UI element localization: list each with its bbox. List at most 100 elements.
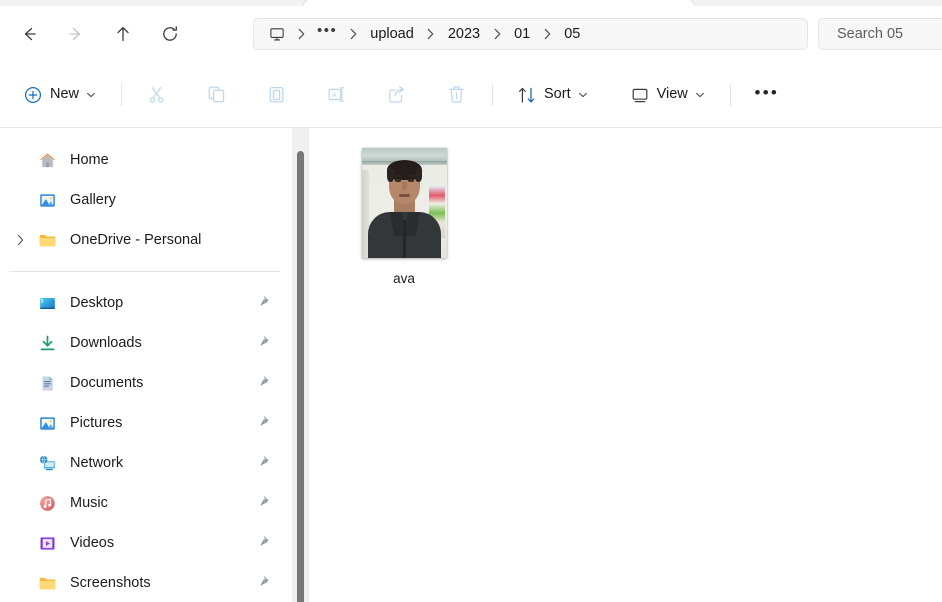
videos-icon <box>34 532 60 554</box>
navigation-sidebar[interactable]: Home Gallery OneDrive - Personal Desktop… <box>0 128 292 602</box>
sidebar-item-pictures[interactable]: Pictures <box>8 403 284 443</box>
chevron-down-icon[interactable] <box>695 90 705 100</box>
pin-icon[interactable] <box>258 454 273 474</box>
paste-icon <box>269 86 283 103</box>
address-bar[interactable]: ••• upload 2023 01 05 <box>253 18 808 50</box>
rename-icon: A <box>328 87 344 102</box>
scissors-icon <box>149 87 163 103</box>
home-icon <box>34 149 60 171</box>
sidebar-item-home[interactable]: Home <box>8 140 284 180</box>
toolbar-divider <box>121 83 123 106</box>
pin-icon[interactable] <box>258 494 273 514</box>
sort-button[interactable]: Sort <box>508 77 597 113</box>
breadcrumb-separator[interactable] <box>486 22 508 46</box>
share-button[interactable] <box>376 77 416 113</box>
pictures-icon <box>34 412 60 434</box>
sidebar-item-network[interactable]: Network <box>8 443 284 483</box>
navigation-bar: ••• upload 2023 01 05 Search 05 <box>0 6 942 62</box>
sidebar-item-label: Music <box>70 494 108 511</box>
sidebar-item-screenshots[interactable]: Screenshots <box>8 563 284 602</box>
music-icon <box>34 492 60 514</box>
breadcrumb-separator[interactable] <box>342 22 364 46</box>
sidebar-item-label: Screenshots <box>70 574 151 591</box>
copy-icon <box>208 86 224 103</box>
monitor-icon <box>632 88 648 102</box>
sidebar-item-label: Network <box>70 454 124 471</box>
ellipsis-icon: ••• <box>754 83 780 102</box>
search-box[interactable]: Search 05 <box>818 18 942 50</box>
sidebar-item-videos[interactable]: Videos <box>8 523 284 563</box>
breadcrumb-separator[interactable] <box>290 22 312 46</box>
file-explorer-window: ••• upload 2023 01 05 Search 05 New A So… <box>0 0 942 602</box>
pin-icon[interactable] <box>258 534 273 554</box>
breadcrumb-separator[interactable] <box>536 22 558 46</box>
sidebar-item-music[interactable]: Music <box>8 483 284 523</box>
sidebar-item-label: Gallery <box>70 191 116 208</box>
chevron-down-icon[interactable] <box>86 90 96 100</box>
sidebar-item-desktop[interactable]: Desktop <box>8 283 284 323</box>
folder-icon <box>34 229 60 251</box>
paste-button[interactable] <box>256 77 296 113</box>
file-item-ava[interactable]: ava <box>345 142 463 292</box>
sort-arrows-icon <box>519 87 535 103</box>
new-label: New <box>50 86 80 103</box>
forward-button[interactable] <box>57 15 95 53</box>
sidebar-item-gallery[interactable]: Gallery <box>8 180 284 220</box>
breadcrumb-item-2023[interactable]: 2023 <box>442 24 486 45</box>
desktop-icon <box>34 292 60 314</box>
toolbar-divider <box>729 83 731 106</box>
delete-button[interactable] <box>436 77 476 113</box>
sidebar-item-label: Documents <box>70 374 144 391</box>
sidebar-item-label: Desktop <box>70 294 124 311</box>
documents-icon <box>34 372 60 394</box>
sidebar-item-documents[interactable]: Documents <box>8 363 284 403</box>
sidebar-item-label: Downloads <box>70 334 142 351</box>
search-input[interactable]: Search 05 <box>837 26 903 42</box>
sidebar-item-label: Home <box>70 151 109 168</box>
chevron-right-icon[interactable] <box>8 234 32 246</box>
gallery-icon <box>34 189 60 211</box>
pin-icon[interactable] <box>258 414 273 434</box>
refresh-button[interactable] <box>151 15 189 53</box>
sidebar-item-onedrive-personal[interactable]: OneDrive - Personal <box>8 220 284 260</box>
breadcrumb-item-05[interactable]: 05 <box>558 24 586 45</box>
this-pc-icon[interactable] <box>264 25 290 43</box>
command-toolbar: New A Sort View ••• <box>0 62 942 127</box>
breadcrumb-overflow[interactable]: ••• <box>312 23 342 45</box>
copy-button[interactable] <box>196 77 236 113</box>
back-button[interactable] <box>10 15 48 53</box>
breadcrumb-separator[interactable] <box>420 22 442 46</box>
see-more-button[interactable]: ••• <box>747 77 787 113</box>
sidebar-item-label: Videos <box>70 534 115 551</box>
svg-text:A: A <box>332 92 337 99</box>
network-icon <box>34 452 60 474</box>
plus-circle-icon <box>24 86 42 103</box>
share-icon <box>388 85 404 103</box>
file-list-view[interactable]: ava <box>309 128 942 602</box>
cut-button[interactable] <box>136 77 176 113</box>
sidebar-item-label: OneDrive - Personal <box>70 231 202 248</box>
breadcrumb-item-upload[interactable]: upload <box>364 24 420 45</box>
view-label: View <box>656 86 688 103</box>
file-name-label: ava <box>393 271 415 286</box>
sidebar-item-label: Pictures <box>70 414 123 431</box>
sort-label: Sort <box>544 86 571 103</box>
sidebar-separator <box>9 271 280 272</box>
sidebar-item-downloads[interactable]: Downloads <box>8 323 284 363</box>
pin-icon[interactable] <box>258 374 273 394</box>
pin-icon[interactable] <box>258 334 273 354</box>
downloads-icon <box>34 332 60 354</box>
photo-preview <box>361 148 447 258</box>
file-thumbnail[interactable] <box>361 148 447 258</box>
breadcrumb-item-01[interactable]: 01 <box>508 24 536 45</box>
up-button[interactable] <box>104 15 142 53</box>
folder-icon <box>34 572 60 594</box>
view-button[interactable]: View <box>621 77 714 113</box>
new-button[interactable]: New <box>14 77 105 113</box>
chevron-down-icon[interactable] <box>578 90 588 100</box>
pin-icon[interactable] <box>258 294 273 314</box>
rename-button[interactable]: A <box>316 77 356 113</box>
sidebar-scrollbar-thumb[interactable] <box>297 151 304 602</box>
pin-icon[interactable] <box>258 574 273 594</box>
toolbar-divider <box>492 83 494 106</box>
